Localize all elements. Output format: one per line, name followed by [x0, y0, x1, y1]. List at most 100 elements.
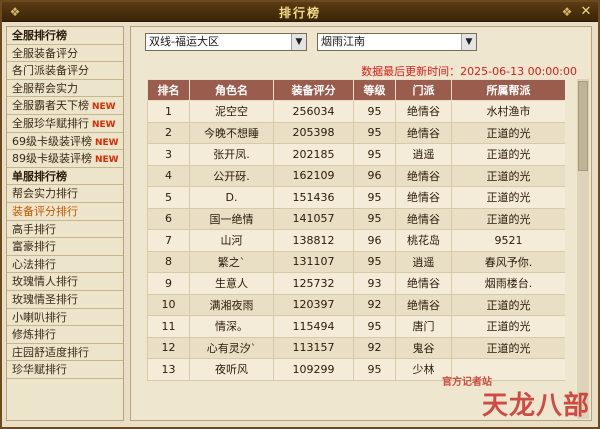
table-cell: 4	[147, 164, 190, 187]
table-row[interactable]: 7 山河 138812 96 桃花岛 9521	[147, 229, 565, 252]
table-cell: 162109	[273, 164, 354, 187]
sidebar-item-label: 全服霸者天下榜	[12, 99, 89, 113]
table-cell: 202185	[273, 143, 354, 166]
sidebar-item-label: 全服排行榜	[12, 29, 67, 42]
sidebar-item[interactable]: 高手排行	[7, 221, 123, 239]
table-cell: 正道的光	[451, 186, 565, 209]
sidebar-item-label: 富豪排行	[12, 240, 56, 254]
table-cell: 8	[147, 250, 190, 273]
table-cell: 逍遥	[395, 250, 452, 273]
table-cell: 95	[353, 121, 396, 144]
sidebar-item[interactable]: 全服帮会实力	[7, 80, 123, 98]
sidebar-item[interactable]: 全服珍华赋排行 NEW	[7, 115, 123, 133]
world-select[interactable]: 烟雨江南 ▼	[317, 33, 477, 51]
sidebar-item-label: 全服装备评分	[12, 46, 78, 60]
table-cell: 夜听风	[189, 358, 274, 381]
sidebar-item[interactable]: 玫瑰情人排行	[7, 273, 123, 291]
sidebar-item[interactable]: 全服装备评分	[7, 45, 123, 63]
table-cell: 125732	[273, 272, 354, 295]
sidebar-item[interactable]: 帮会实力排行	[7, 185, 123, 203]
table-cell: 9521	[451, 229, 565, 252]
table-cell: 138812	[273, 229, 354, 252]
scrollbar-thumb[interactable]	[578, 81, 588, 171]
sidebar-item[interactable]: 89级卡级装评榜 NEW	[7, 150, 123, 168]
table-cell: 96	[353, 229, 396, 252]
column-header: 所属帮派	[451, 79, 565, 101]
server-select[interactable]: 双线-福运大区 ▼	[145, 33, 307, 51]
sidebar-item-label: 单服排行榜	[12, 169, 67, 183]
table-cell: 95	[353, 250, 396, 273]
chevron-down-icon: ▼	[291, 34, 306, 50]
table-row[interactable]: 2 今晚不想睡 205398 95 绝情谷 正道的光	[147, 121, 565, 144]
column-header: 角色名	[189, 79, 274, 101]
table-cell: 绝情谷	[395, 100, 452, 123]
table-cell: 95	[353, 186, 396, 209]
table-cell: 109299	[273, 358, 354, 381]
table-cell: 正道的光	[451, 315, 565, 338]
table-row[interactable]: 11 情深。 115494 95 唐门 正道的光	[147, 315, 565, 338]
sidebar: 全服排行榜 全服装备评分 各门派装备评分 全服帮会实力 全服霸者天下榜 NEW 全服珍华赋排…	[6, 26, 124, 421]
table-cell: 141057	[273, 207, 354, 230]
table-cell: 逍遥	[395, 143, 452, 166]
sidebar-item[interactable]: 心法排行	[7, 256, 123, 274]
sidebar-item-label: 高手排行	[12, 222, 56, 236]
table-cell: 泥空空	[189, 100, 274, 123]
sidebar-item[interactable]: 珍华赋排行	[7, 361, 123, 379]
sidebar-item[interactable]: 全服霸者天下榜 NEW	[7, 97, 123, 115]
sidebar-item-label: 珍华赋排行	[12, 363, 67, 377]
table-row[interactable]: 5 D. 151436 95 绝情谷 正道的光	[147, 186, 565, 209]
column-header: 门派	[395, 79, 452, 101]
table-cell: 国一绝情	[189, 207, 274, 230]
table-cell: 水村渔市	[451, 100, 565, 123]
table-scrollbar[interactable]	[577, 79, 589, 419]
table-cell: 95	[353, 143, 396, 166]
table-cell: 公开砑.	[189, 164, 274, 187]
table-cell: 256034	[273, 100, 354, 123]
table-row[interactable]: 10 满湘夜雨 120397 92 绝情谷 正道的光	[147, 293, 565, 316]
ranking-window: ❖ 排行榜 ❖ ✕ 全服排行榜全服装备评分各门派装备评分 全服帮会实力 全服霸者天下…	[0, 0, 600, 429]
sidebar-item-label: 庄园舒适度排行	[12, 345, 89, 359]
table-row[interactable]: 9 生意人 125732 93 绝情谷 烟雨楼台.	[147, 272, 565, 295]
sidebar-section-header: 全服排行榜	[7, 27, 123, 45]
server-select-value: 双线-福运大区	[149, 35, 219, 48]
table-cell: 12	[147, 336, 190, 359]
sidebar-item[interactable]: 玫瑰情圣排行	[7, 291, 123, 309]
table-cell: 少林	[395, 358, 452, 381]
ranking-table-container: 排名 角色名 装备评分 等级 门派 所属帮派 1 泥空空 256034 95 绝情谷 水村渔市 2 今晚…	[147, 79, 565, 419]
new-badge: NEW	[95, 137, 119, 148]
sidebar-item[interactable]: 修炼排行	[7, 326, 123, 344]
table-cell: 正道的光	[451, 293, 565, 316]
table-cell: 满湘夜雨	[189, 293, 274, 316]
table-row[interactable]: 13 夜听风 109299 95 少林	[147, 358, 565, 381]
column-header: 等级	[353, 79, 396, 101]
table-cell: 唐门	[395, 315, 452, 338]
update-time-label: 数据最后更新时间：2025-06-13 00:00:00	[361, 65, 577, 78]
table-cell: 95	[353, 100, 396, 123]
sidebar-item[interactable]: 小喇叭排行	[7, 309, 123, 327]
table-row[interactable]: 12 心有灵汐` 113157 92 鬼谷 正道的光	[147, 336, 565, 359]
table-row[interactable]: 6 国一绝情 141057 95 绝情谷 正道的光	[147, 207, 565, 230]
table-cell: 绝情谷	[395, 186, 452, 209]
sidebar-item-label: 帮会实力排行	[12, 187, 78, 201]
table-body: 1 泥空空 256034 95 绝情谷 水村渔市 2 今晚不想睡 205398 95 绝情谷 正道的光…	[147, 100, 565, 381]
close-icon[interactable]: ✕	[578, 4, 594, 20]
table-row[interactable]: 8 繁之` 131107 95 逍遥 春风予你.	[147, 250, 565, 273]
table-cell: 山河	[189, 229, 274, 252]
sidebar-item[interactable]: 装备评分排行	[7, 203, 123, 221]
sidebar-item[interactable]: 富豪排行	[7, 238, 123, 256]
title-bar: ❖ 排行榜 ❖ ✕	[2, 2, 598, 22]
table-cell: 13	[147, 358, 190, 381]
table-cell: 绝情谷	[395, 121, 452, 144]
table-cell: 151436	[273, 186, 354, 209]
sidebar-item[interactable]: 各门派装备评分	[7, 62, 123, 80]
sidebar-item-label: 89级卡级装评榜	[12, 152, 92, 166]
table-cell: 95	[353, 315, 396, 338]
table-cell: 今晚不想睡	[189, 121, 274, 144]
sidebar-item-label: 玫瑰情人排行	[12, 275, 78, 289]
sidebar-item[interactable]: 69级卡级装评榜 NEW	[7, 133, 123, 151]
table-row[interactable]: 4 公开砑. 162109 96 绝情谷 正道的光	[147, 164, 565, 187]
table-row[interactable]: 3 张开凤. 202185 95 逍遥 正道的光	[147, 143, 565, 166]
sidebar-item[interactable]: 庄园舒适度排行	[7, 344, 123, 362]
table-row[interactable]: 1 泥空空 256034 95 绝情谷 水村渔市	[147, 100, 565, 123]
table-cell: 96	[353, 164, 396, 187]
